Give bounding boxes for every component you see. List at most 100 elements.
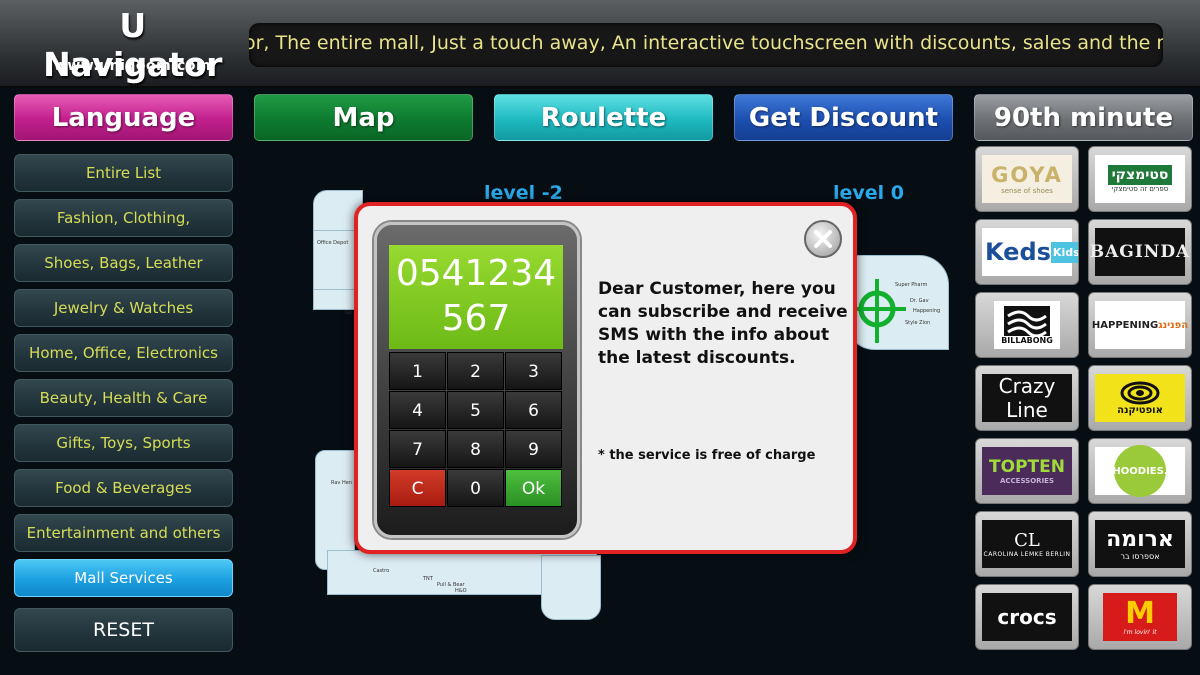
brand-name: GOYA — [991, 163, 1063, 187]
brand-sub: sense of shoes — [1001, 187, 1053, 195]
brand-logo: BILLABONG — [994, 301, 1060, 349]
key-2[interactable]: 2 — [447, 352, 504, 390]
key-9[interactable]: 9 — [505, 430, 562, 468]
brand-tile-baginda[interactable]: BAGINDA — [1088, 219, 1192, 285]
key-0[interactable]: 0 — [447, 469, 504, 507]
map-level-left-label: level -2 — [484, 182, 563, 204]
brand-logo: Crazy Line — [982, 374, 1072, 422]
map-store-label: TNT — [423, 576, 433, 582]
map-store-label: Office Depot — [317, 240, 349, 246]
header-bar: U Navigator www.uniqoom.com or, The enti… — [0, 0, 1200, 88]
key-8[interactable]: 8 — [447, 430, 504, 468]
brand-name: ארומה — [1106, 527, 1174, 552]
brand-tile-crazy-line[interactable]: Crazy Line — [975, 365, 1079, 431]
key-ok[interactable]: Ok — [505, 469, 562, 507]
brand-name: אופטיקנה — [1117, 404, 1163, 416]
key-3[interactable]: 3 — [505, 352, 562, 390]
key-7[interactable]: 7 — [389, 430, 446, 468]
brand-sub: Kids — [1050, 241, 1078, 263]
map-store-label: Style Zion — [905, 320, 931, 326]
subscribe-message: Dear Customer, here you can subscribe an… — [598, 279, 848, 368]
brand-tile-hoodies[interactable]: HOODIES. — [1088, 438, 1192, 504]
brand-tile-optikana[interactable]: אופטיקנה — [1088, 365, 1192, 431]
brand-logo: Keds Kids — [982, 228, 1078, 276]
map-store-label: Castro — [373, 568, 390, 574]
sidebar-item-entire-list[interactable]: Entire List — [14, 154, 233, 192]
phone-number-line2: 567 — [441, 298, 511, 339]
brand-sub: i'm lovin' it — [1123, 628, 1157, 636]
brand-name: BAGINDA — [1089, 242, 1191, 262]
ticker-text: or, The entire mall, Just a touch away, … — [249, 32, 1163, 54]
brand-logo: HOODIES. — [1095, 445, 1185, 497]
brand-name: BILLABONG — [1001, 335, 1053, 345]
brand-logo: HAPPENING הפנינג — [1091, 301, 1189, 349]
brand-tile-crocs[interactable]: crocs — [975, 584, 1079, 650]
get-discount-button[interactable]: Get Discount — [734, 94, 953, 141]
sidebar-item-gifts[interactable]: Gifts, Toys, Sports — [14, 424, 233, 462]
brand-sub: אספרסו בר — [1120, 552, 1160, 561]
app-url: www.uniqoom.com — [53, 58, 212, 74]
brand-name: Keds — [985, 238, 1051, 266]
close-button[interactable] — [804, 220, 842, 258]
brand-logo: GOYA sense of shoes — [982, 155, 1072, 203]
key-5[interactable]: 5 — [447, 391, 504, 429]
brand-name: TOPTEN — [989, 457, 1065, 477]
map-store-label: Happening — [913, 308, 941, 314]
brand-tile-mcdonalds[interactable]: M i'm lovin' it — [1088, 584, 1192, 650]
brand-tile-billabong[interactable]: BILLABONG — [975, 292, 1079, 358]
brand-tile-aroma[interactable]: ארומה אספרסו בר — [1088, 511, 1192, 577]
reset-button[interactable]: RESET — [14, 608, 233, 652]
free-service-note: * the service is free of charge — [598, 448, 816, 463]
brand-logo: ארומה אספרסו בר — [1095, 520, 1185, 568]
brand-logo: crocs — [982, 593, 1072, 641]
brand-tile-keds[interactable]: Keds Kids — [975, 219, 1079, 285]
sidebar-item-entertainment[interactable]: Entertainment and others — [14, 514, 233, 552]
sidebar-item-fashion[interactable]: Fashion, Clothing, Accessories — [14, 199, 233, 263]
brand-logo: אופטיקנה — [1095, 374, 1185, 422]
90th-minute-button[interactable]: 90th minute — [974, 94, 1193, 141]
brand-name: HAPPENING — [1091, 319, 1159, 331]
map-level-right-label: level 0 — [833, 182, 905, 204]
brand-logo: CL CAROLINA LEMKE BERLIN — [982, 520, 1072, 568]
optikana-eye-icon — [1120, 381, 1160, 404]
key-clear[interactable]: C — [389, 469, 446, 507]
brand-name: CL — [1014, 530, 1040, 551]
brand-tile-topten[interactable]: TOPTEN ACCESSORIES — [975, 438, 1079, 504]
sidebar-item-shoes[interactable]: Shoes, Bags, Leather — [14, 244, 233, 282]
brand-tile-steimatzky[interactable]: סטימצקי ספרים זה סטימצקי — [1088, 146, 1192, 212]
map-button[interactable]: Map — [254, 94, 473, 141]
brand-logo: סטימצקי ספרים זה סטימצקי — [1095, 155, 1185, 203]
phone-keypad: 0541234 567 1 2 3 4 5 6 7 8 9 C 0 Ok — [374, 222, 580, 538]
map-floor-section — [541, 555, 601, 620]
key-1[interactable]: 1 — [389, 352, 446, 390]
sidebar-item-beauty[interactable]: Beauty, Health & Care — [14, 379, 233, 417]
phone-number-display: 0541234 567 — [389, 245, 563, 349]
brand-logo: TOPTEN ACCESSORIES — [982, 447, 1072, 495]
billabong-wave-icon — [1004, 305, 1050, 336]
map-store-label: H&O — [455, 588, 467, 594]
brand-tile-carolina-lemke[interactable]: CL CAROLINA LEMKE BERLIN — [975, 511, 1079, 577]
sms-subscribe-dialog: 0541234 567 1 2 3 4 5 6 7 8 9 C 0 Ok Dea… — [354, 202, 857, 554]
key-6[interactable]: 6 — [505, 391, 562, 429]
brand-name: סטימצקי — [1107, 165, 1173, 185]
brand-sub: הפנינג — [1158, 319, 1189, 331]
brand-name: M — [1125, 595, 1155, 631]
brand-tile-goya[interactable]: GOYA sense of shoes — [975, 146, 1079, 212]
you-are-here-icon — [850, 279, 906, 343]
phone-number-line1: 0541234 — [395, 253, 557, 294]
key-4[interactable]: 4 — [389, 391, 446, 429]
brand-name: Crazy Line — [998, 374, 1056, 422]
close-icon — [814, 230, 832, 248]
language-button[interactable]: Language — [14, 94, 233, 141]
brand-name: HOODIES. — [1112, 445, 1168, 497]
sidebar-item-food[interactable]: Food & Beverages — [14, 469, 233, 507]
map-store-label: Dr. Gav — [910, 298, 929, 304]
sidebar-item-mall-services[interactable]: Mall Services — [14, 559, 233, 597]
brand-name: crocs — [997, 605, 1057, 629]
sidebar-item-jewelry[interactable]: Jewelry & Watches — [14, 289, 233, 327]
roulette-button[interactable]: Roulette — [494, 94, 713, 141]
brand-tile-happening[interactable]: HAPPENING הפנינג — [1088, 292, 1192, 358]
sidebar-item-home-office[interactable]: Home, Office, Electronics — [14, 334, 233, 372]
kiosk-screen: U Navigator www.uniqoom.com or, The enti… — [0, 0, 1200, 675]
brand-sub: ACCESSORIES — [999, 477, 1054, 485]
